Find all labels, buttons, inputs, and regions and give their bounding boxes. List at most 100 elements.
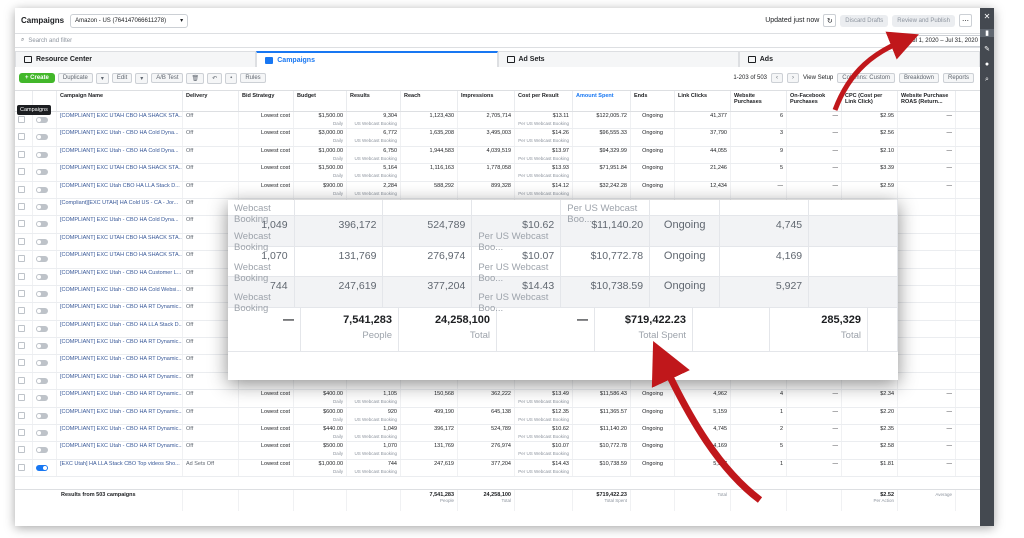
row-toggle[interactable] xyxy=(33,320,57,338)
table-row[interactable]: [COMPLIANT] EXC Utah CBO HA LLA Stack D.… xyxy=(15,181,980,199)
edit-menu-icon[interactable]: ▾ xyxy=(135,72,149,84)
row-checkbox[interactable] xyxy=(15,390,33,407)
column-header[interactable]: Delivery xyxy=(183,91,239,111)
table-row[interactable]: [COMPLIANT] EXC Utah - CBO HA RT Dynamic… xyxy=(15,407,980,426)
row-toggle[interactable] xyxy=(33,198,57,216)
campaign-toggle[interactable] xyxy=(36,395,48,402)
checkbox[interactable] xyxy=(18,220,25,228)
row-toggle[interactable] xyxy=(33,372,57,390)
search-bar[interactable]: ⌕ Search and filter xyxy=(15,34,980,48)
campaign-name[interactable]: [COMPLIANT] EXC Utah - CBO HA RT Dynamic… xyxy=(57,442,183,459)
row-checkbox[interactable] xyxy=(15,425,33,442)
checkbox[interactable] xyxy=(18,411,25,419)
campaign-toggle[interactable] xyxy=(36,360,48,367)
row-toggle[interactable] xyxy=(33,459,57,477)
row-checkbox[interactable] xyxy=(15,320,33,338)
tab-campaigns[interactable]: Campaigns xyxy=(256,51,498,67)
campaign-toggle[interactable] xyxy=(36,343,48,350)
campaign-name[interactable]: [COMPLIANT] EXC Utah - CBO HA Cold Dyna.… xyxy=(57,129,183,146)
chart-icon[interactable]: ▮ xyxy=(980,29,994,37)
checkbox[interactable] xyxy=(18,289,25,297)
row-checkbox[interactable] xyxy=(15,198,33,216)
campaign-toggle[interactable] xyxy=(36,169,48,176)
checkbox[interactable] xyxy=(18,324,25,332)
campaign-name[interactable]: [COMPLIANT] EXC Utah - CBO HA RT Dynamic… xyxy=(57,338,183,355)
campaign-toggle[interactable] xyxy=(36,325,48,332)
checkbox[interactable] xyxy=(18,272,25,280)
campaign-toggle[interactable] xyxy=(36,447,48,454)
checkbox[interactable] xyxy=(18,237,25,245)
campaign-name[interactable]: [COMPLIANT] EXC Utah - CBO HA RT Dynamic… xyxy=(57,355,183,372)
campaign-toggle[interactable] xyxy=(36,290,48,297)
column-header[interactable]: CPC (Cost per Link Click) xyxy=(842,91,898,111)
row-toggle[interactable] xyxy=(33,425,57,442)
row-checkbox[interactable] xyxy=(15,251,33,268)
row-checkbox[interactable] xyxy=(15,303,33,320)
table-row[interactable]: [COMPLIANT] EXC Utah - CBO HA RT Dynamic… xyxy=(15,390,980,408)
column-header[interactable]: Website Purchases xyxy=(731,91,787,111)
table-row[interactable]: [COMPLIANT] EXC Utah - CBO HA Cold Dyna.… xyxy=(15,146,980,165)
tab-resource-center[interactable]: Resource Center xyxy=(15,51,257,67)
row-toggle[interactable] xyxy=(33,164,57,181)
table-row[interactable]: [COMPLIANT] EXC UTAH CBO HA SHACK STA...… xyxy=(15,164,980,182)
column-header[interactable]: Website Purchase ROAS (Return... xyxy=(898,91,956,111)
checkbox[interactable] xyxy=(18,446,25,454)
campaign-name[interactable]: [COMPLIANT] EXC Utah - CBO HA Cold Websi… xyxy=(57,285,183,303)
column-header[interactable]: On-Facebook Purchases xyxy=(787,91,842,111)
column-header[interactable]: Results xyxy=(347,91,401,111)
row-checkbox[interactable] xyxy=(15,372,33,390)
checkbox[interactable] xyxy=(18,342,25,350)
checkbox[interactable] xyxy=(18,150,25,158)
checkbox[interactable] xyxy=(18,168,25,176)
campaign-name[interactable]: [COMPLIANT] EXC Utah - CBO HA RT Dynamic… xyxy=(57,407,183,425)
row-checkbox[interactable] xyxy=(15,407,33,425)
table-row[interactable]: [COMPLIANT] EXC Utah - CBO HA Cold Dyna.… xyxy=(15,129,980,147)
row-toggle[interactable] xyxy=(33,216,57,233)
review-publish-button[interactable]: Review and Publish xyxy=(892,14,955,27)
table-row[interactable]: [COMPLIANT] EXC UTAH CBO HA SHACK STA...… xyxy=(15,112,980,130)
tab-ads[interactable]: Ads xyxy=(738,51,980,67)
row-checkbox[interactable] xyxy=(15,233,33,251)
campaign-name[interactable]: [COMPLIANT] EXC Utah - CBO HA RT Dynamic… xyxy=(57,303,183,320)
campaign-name[interactable]: [COMPLIANT] EXC Utah CBO HA LLA Stack D.… xyxy=(57,181,183,198)
tab-ad-sets[interactable]: Ad Sets xyxy=(497,51,739,67)
checkbox[interactable] xyxy=(18,133,25,141)
column-header[interactable]: Cost per Result xyxy=(515,91,573,111)
row-toggle[interactable] xyxy=(33,233,57,251)
row-checkbox[interactable] xyxy=(15,164,33,181)
column-header[interactable]: Amount Spent xyxy=(573,91,631,111)
next-page-icon[interactable]: › xyxy=(787,73,800,83)
undo-icon[interactable]: ↶ xyxy=(207,72,223,84)
campaign-name[interactable]: [EXC Utah] HA LLA Stack CBO Top videos S… xyxy=(57,459,183,477)
column-header[interactable]: Reach xyxy=(401,91,458,111)
reports-button[interactable]: Reports xyxy=(942,73,974,83)
account-selector[interactable]: Amazon - US (764147066611278) ▾ xyxy=(70,13,189,28)
discard-drafts-button[interactable]: Discard Drafts xyxy=(840,14,889,27)
refresh-icon[interactable]: ↻ xyxy=(823,14,837,27)
row-toggle[interactable] xyxy=(33,303,57,320)
row-toggle[interactable] xyxy=(33,407,57,425)
columns-button[interactable]: Columns: Custom xyxy=(837,73,895,83)
ab-test-button[interactable]: A/B Test xyxy=(151,73,184,83)
campaign-name[interactable]: [COMPLIANT] EXC UTAH CBO HA SHACK STA... xyxy=(57,164,183,181)
table-row[interactable]: [COMPLIANT] EXC Utah - CBO HA RT Dynamic… xyxy=(15,425,980,443)
row-toggle[interactable] xyxy=(33,390,57,407)
column-header[interactable]: Budget xyxy=(294,91,347,111)
duplicate-button[interactable]: Duplicate xyxy=(57,73,93,83)
checkbox[interactable] xyxy=(18,376,25,384)
column-header[interactable]: Ends xyxy=(631,91,675,111)
checkbox[interactable] xyxy=(18,185,25,193)
table-row[interactable]: [COMPLIANT] EXC Utah - CBO HA RT Dynamic… xyxy=(15,442,980,460)
campaign-name[interactable]: [COMPLIANT] EXC Utah - CBO HA RT Dynamic… xyxy=(57,372,183,390)
checkbox[interactable] xyxy=(18,116,25,123)
row-toggle[interactable] xyxy=(33,268,57,285)
campaign-name[interactable]: [COMPLIANT] EXC UTAH CBO HA SHACK STA... xyxy=(57,233,183,251)
campaign-name[interactable]: [COMPLIANT] EXC Utah - CBO HA LLA Stack … xyxy=(57,320,183,338)
checkbox[interactable] xyxy=(18,463,25,471)
row-toggle[interactable] xyxy=(33,251,57,268)
checkbox[interactable] xyxy=(18,359,25,367)
campaign-toggle[interactable] xyxy=(36,117,48,123)
checkbox[interactable] xyxy=(18,307,25,315)
row-toggle[interactable] xyxy=(33,146,57,164)
tag-icon[interactable]: ⬩ xyxy=(225,72,238,84)
